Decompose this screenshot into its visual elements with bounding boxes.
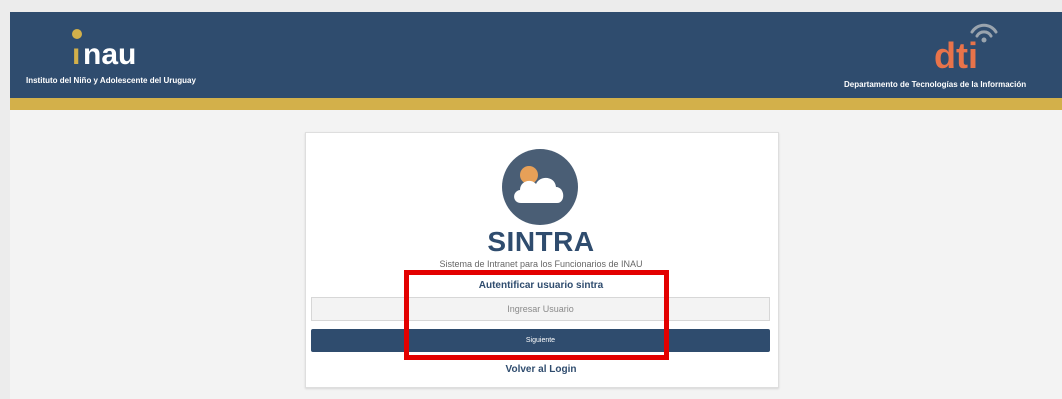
inau-caption: Instituto del Niño y Adolescente del Uru… xyxy=(26,76,196,85)
svg-text:nau: nau xyxy=(83,38,136,70)
app-subtitle: Sistema de Intranet para los Funcionario… xyxy=(439,259,643,269)
svg-text:dti: dti xyxy=(934,35,978,74)
dti-caption: Departamento de Tecnologías de la Inform… xyxy=(844,80,1027,89)
back-to-login-link[interactable]: Volver al Login xyxy=(305,364,777,375)
cloud-sun-icon xyxy=(502,149,578,225)
header-accent-bar xyxy=(10,98,1062,110)
inau-logo: ı nau xyxy=(72,29,136,70)
dti-logo: dti xyxy=(934,23,998,74)
highlight-annotation-box xyxy=(404,270,669,360)
svg-text:ı: ı xyxy=(72,38,80,70)
app-title: SINTRA xyxy=(487,226,595,257)
